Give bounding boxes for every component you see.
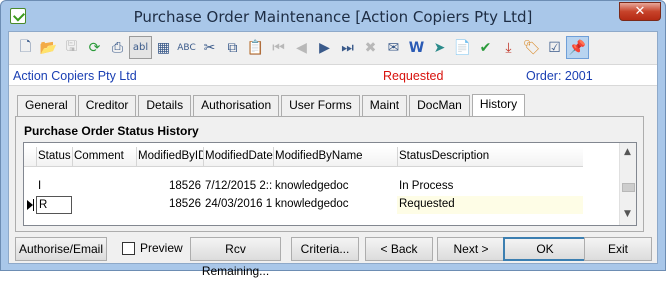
criteria-button[interactable]: Criteria... (291, 237, 359, 261)
cell-modified-by-id[interactable]: 18526 (136, 196, 203, 214)
history-panel: Purchase Order Status History Status Com… (15, 116, 644, 232)
word-export-icon[interactable]: W (405, 36, 428, 59)
client-area: 🗋 📂 🖫 ⟳ ⎙ abl ▦ ABC ✂ ⧉ 📋 ⏮ ◀ ▶ ⏭ ✖ ✉ W … (8, 31, 658, 278)
paste-icon[interactable]: 📋 (244, 36, 267, 59)
tab-strip: General Creditor Details Authorisation U… (17, 94, 527, 116)
tab-history[interactable]: History (471, 94, 526, 116)
tab-maint[interactable]: Maint (361, 95, 408, 116)
record-info-bar: Action Copiers Pty Ltd Requested Order: … (9, 64, 657, 86)
clipboard-report-icon[interactable]: 📄 (451, 36, 474, 59)
navigate-icon[interactable]: ➤ (428, 36, 451, 59)
column-header-modified-date[interactable]: ModifiedDate (203, 147, 273, 167)
current-row-indicator (24, 196, 36, 214)
grid-header: Status Comment ModifiedByID ModifiedDate… (24, 147, 583, 167)
history-grid[interactable]: Status Comment ModifiedByID ModifiedDate… (23, 142, 637, 226)
cell-comment[interactable] (72, 178, 136, 196)
approve-icon[interactable]: ✔ (474, 36, 497, 59)
close-button[interactable]: ✕ (619, 2, 661, 21)
cell-status[interactable]: I (36, 178, 72, 196)
last-record-icon[interactable]: ⏭ (336, 36, 359, 59)
previous-record-icon[interactable]: ◀ (290, 36, 313, 59)
calculator-icon[interactable]: ▦ (152, 36, 175, 59)
cell-status[interactable]: R (36, 196, 72, 214)
cell-modified-by-name[interactable]: knowledgedoc (273, 196, 397, 214)
cell-status-description[interactable]: Requested (397, 196, 583, 214)
scroll-up-icon[interactable]: ▲ (624, 147, 631, 157)
column-header-comment[interactable]: Comment (72, 147, 136, 167)
table-row[interactable]: I 18526 7/12/2015 2:: knowledgedoc In Pr… (24, 178, 583, 196)
order-number: Order: 2001 (526, 69, 593, 83)
cell-modified-date[interactable]: 24/03/2016 1 (203, 196, 273, 214)
toolbar: 🗋 📂 🖫 ⟳ ⎙ abl ▦ ABC ✂ ⧉ 📋 ⏮ ◀ ▶ ⏭ ✖ ✉ W … (9, 32, 657, 63)
delete-icon[interactable]: ✖ (359, 36, 382, 59)
exit-button[interactable]: Exit (584, 237, 652, 261)
cell-modified-date[interactable]: 7/12/2015 2:: (203, 178, 273, 196)
tag-icon[interactable]: 🏷 (520, 36, 543, 59)
open-folder-icon[interactable]: 📂 (37, 36, 60, 59)
column-header-status-description[interactable]: StatusDescription (397, 147, 583, 167)
download-tray-icon[interactable]: ⤓ (497, 36, 520, 59)
first-record-icon[interactable]: ⏮ (267, 36, 290, 59)
tab-user-forms[interactable]: User Forms (281, 95, 360, 116)
column-header-modified-by-name[interactable]: ModifiedByName (273, 147, 397, 167)
cell-modified-by-name[interactable]: knowledgedoc (273, 178, 397, 196)
column-header-modified-by-id[interactable]: ModifiedByID (136, 147, 203, 167)
cell-comment[interactable] (72, 196, 136, 214)
ok-button[interactable]: OK (503, 237, 587, 261)
scroll-thumb[interactable] (622, 183, 635, 192)
receive-remaining-button[interactable]: Rcv Remaining... (190, 237, 281, 278)
checklist-icon[interactable]: ☑ (543, 36, 566, 59)
email-icon[interactable]: ✉ (382, 36, 405, 59)
next-button[interactable]: Next > (437, 237, 505, 261)
pin-icon[interactable]: 📌 (566, 36, 589, 59)
preview-checkbox[interactable]: Preview (122, 241, 183, 255)
window-title: Purchase Order Maintenance [Action Copie… (133, 8, 533, 26)
tab-docman[interactable]: DocMan (409, 95, 470, 116)
table-row[interactable]: R 18526 24/03/2016 1 knowledgedoc Reques… (24, 196, 583, 214)
window: Purchase Order Maintenance [Action Copie… (0, 0, 666, 278)
refresh-icon[interactable]: ⟳ (83, 36, 106, 59)
new-document-icon[interactable]: 🗋 (14, 36, 37, 59)
back-button[interactable]: < Back (365, 237, 433, 261)
company-name: Action Copiers Pty Ltd (13, 69, 137, 83)
vertical-scrollbar[interactable]: ▲ ▼ (619, 143, 636, 225)
print-icon[interactable]: ⎙ (106, 36, 129, 59)
preview-checkbox-box[interactable] (122, 241, 135, 255)
save-icon[interactable]: 🖫 (60, 36, 83, 59)
button-bar: Authorise/Email Preview Rcv Remaining...… (9, 237, 657, 278)
next-record-icon[interactable]: ▶ (313, 36, 336, 59)
authorise-email-button[interactable]: Authorise/Email (15, 237, 107, 261)
cut-icon[interactable]: ✂ (198, 36, 221, 59)
tab-authorisation[interactable]: Authorisation (193, 95, 280, 116)
tab-creditor[interactable]: Creditor (77, 95, 137, 116)
cell-status-description[interactable]: In Process (397, 178, 583, 196)
cell-modified-by-id[interactable]: 18526 (136, 178, 203, 196)
scroll-down-icon[interactable]: ▼ (624, 209, 631, 219)
title-bar[interactable]: Purchase Order Maintenance [Action Copie… (1, 1, 665, 31)
field-labels-icon[interactable]: abl (129, 36, 152, 59)
preview-label: Preview (140, 241, 183, 255)
order-status: Requested (383, 69, 444, 83)
tab-details[interactable]: Details (138, 95, 192, 116)
spell-check-icon[interactable]: ABC (175, 36, 198, 59)
column-header-status[interactable]: Status (36, 147, 72, 167)
tab-general[interactable]: General (17, 95, 76, 116)
history-title: Purchase Order Status History (24, 124, 199, 138)
copy-icon[interactable]: ⧉ (221, 36, 244, 59)
